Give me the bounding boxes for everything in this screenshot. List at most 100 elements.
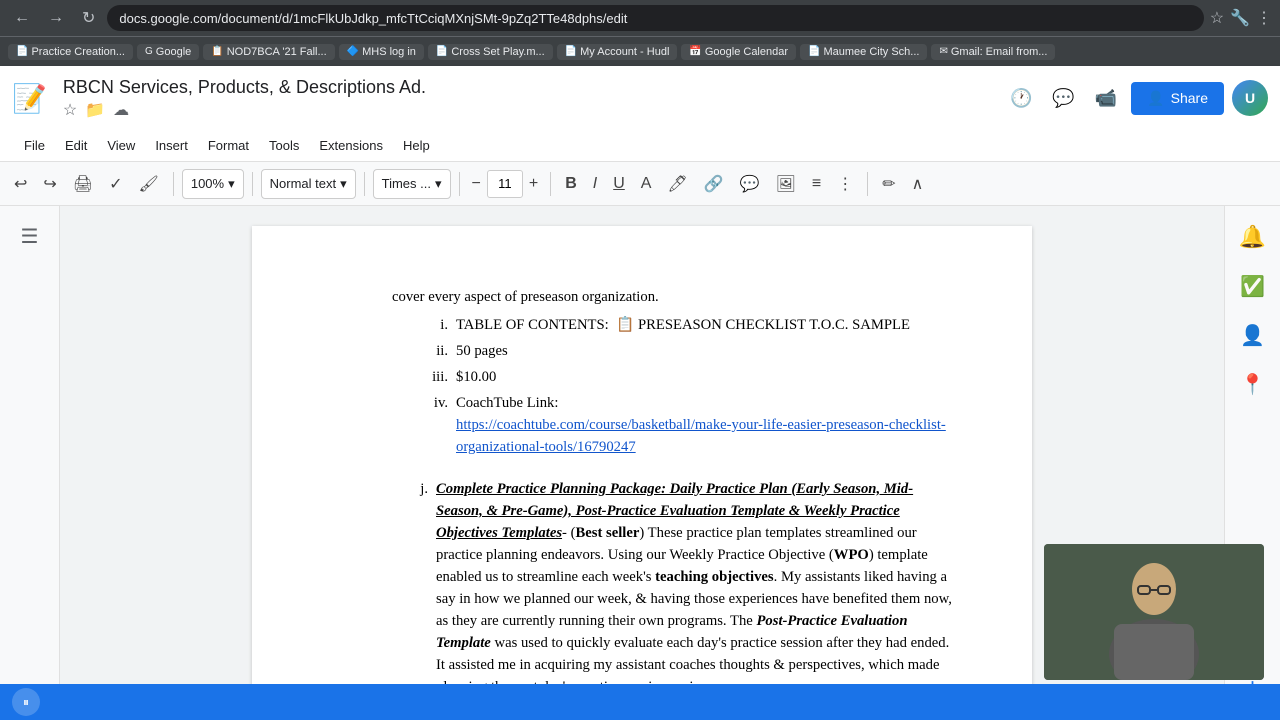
- font-size-increase-button[interactable]: +: [525, 173, 542, 195]
- paint-format-button[interactable]: 🖌: [133, 170, 165, 198]
- bookmark-label-4: Cross Set Play.m...: [451, 46, 544, 58]
- share-button[interactable]: 👤 Share: [1131, 82, 1224, 115]
- history-icon[interactable]: 🕐: [1004, 82, 1038, 115]
- best-seller-label: Best seller: [575, 525, 639, 541]
- menu-file[interactable]: File: [16, 134, 53, 157]
- menu-format[interactable]: Format: [200, 134, 257, 157]
- undo-button[interactable]: ↩: [8, 170, 33, 198]
- avatar-image: U: [1232, 80, 1268, 116]
- menu-help[interactable]: Help: [395, 134, 438, 157]
- style-chevron-icon: ▾: [340, 176, 347, 192]
- extensions-icon[interactable]: 🔧: [1230, 8, 1250, 28]
- align-button[interactable]: ≡: [806, 171, 827, 197]
- wpo-abbr: WPO: [834, 547, 869, 563]
- pencil-button[interactable]: ✏: [876, 170, 901, 198]
- browser-chrome: ← → ↻ docs.google.com/document/d/1mcFlkU…: [0, 0, 1280, 36]
- marker-ii: ii.: [412, 340, 448, 362]
- menu-edit[interactable]: Edit: [57, 134, 95, 157]
- check-circle-icon[interactable]: ✅: [1234, 268, 1271, 305]
- font-value: Times ...: [382, 176, 431, 191]
- bookmark-nod7bca[interactable]: 📋 NOD7BCA '21 Fall...: [203, 44, 334, 60]
- more-icon[interactable]: ⋮: [1256, 8, 1272, 28]
- docs-title-area: RBCN Services, Products, & Descriptions …: [63, 77, 992, 120]
- reload-button[interactable]: ↻: [76, 6, 101, 30]
- share-icon: 👤: [1147, 90, 1164, 107]
- bookmark-hudl[interactable]: 📄 My Account - Hudl: [557, 44, 678, 60]
- more-button[interactable]: ⋮: [831, 170, 859, 198]
- bold-button[interactable]: B: [559, 171, 583, 197]
- pause-button[interactable]: ⏸: [12, 688, 40, 716]
- redo-button[interactable]: ↪: [37, 170, 62, 198]
- doc-content: cover every aspect of preseason organiza…: [332, 286, 952, 720]
- bookmark-mhs[interactable]: 🔷 MHS log in: [339, 44, 424, 60]
- bookmark-crossset[interactable]: 📄 Cross Set Play.m...: [428, 44, 553, 60]
- sidebar-left: ☰: [0, 206, 60, 720]
- outline-icon[interactable]: ☰: [15, 218, 45, 255]
- section-j: j. Complete Practice Planning Package: D…: [392, 478, 952, 698]
- menu-insert[interactable]: Insert: [147, 134, 196, 157]
- share-label: Share: [1171, 90, 1208, 106]
- meet-icon[interactable]: 📹: [1089, 82, 1123, 115]
- notification-icon[interactable]: 🔔: [1233, 218, 1272, 256]
- collapse-button[interactable]: ∧: [906, 170, 930, 198]
- menu-tools[interactable]: Tools: [261, 134, 307, 157]
- highlight-button[interactable]: 🖊: [661, 170, 693, 198]
- bookmark-icon-8: ✉: [939, 46, 947, 57]
- docs-title-icons: ☆ 📁 ☁: [63, 100, 992, 120]
- font-size-input[interactable]: [487, 170, 523, 198]
- person-icon[interactable]: 👤: [1234, 317, 1271, 354]
- separator-4: [459, 172, 460, 196]
- menu-view[interactable]: View: [99, 134, 143, 157]
- bookmark-label-7: Maumee City Sch...: [823, 46, 919, 58]
- spacer: [332, 462, 952, 478]
- post-practice-eval: Post-Practice Evaluation Template: [436, 613, 907, 651]
- item-iv-text: CoachTube Link: https://coachtube.com/co…: [456, 392, 952, 458]
- zoom-dropdown[interactable]: 100% ▾: [182, 169, 244, 199]
- italic-button[interactable]: I: [587, 171, 603, 197]
- cloud-icon[interactable]: ☁: [113, 100, 129, 120]
- image-button[interactable]: 🖼: [770, 170, 802, 198]
- back-button[interactable]: ←: [8, 7, 36, 29]
- avatar[interactable]: U: [1232, 80, 1268, 116]
- style-dropdown[interactable]: Normal text ▾: [261, 169, 356, 199]
- item-i-text: TABLE OF CONTENTS: 📋 PRESEASON CHECKLIST…: [456, 314, 952, 336]
- text-color-button[interactable]: A: [635, 171, 658, 197]
- address-bar[interactable]: docs.google.com/document/d/1mcFlkUbJdkp_…: [107, 5, 1203, 31]
- bookmark-icon-0: 📄: [16, 46, 28, 57]
- bookmark-calendar[interactable]: 📅 Google Calendar: [681, 44, 796, 60]
- spellcheck-button[interactable]: ✓: [103, 170, 128, 198]
- font-size-control: − +: [468, 170, 543, 198]
- folder-icon[interactable]: 📁: [85, 100, 105, 120]
- bookmark-google[interactable]: G Google: [137, 44, 199, 60]
- map-pin-icon[interactable]: 📍: [1234, 366, 1271, 403]
- underline-button[interactable]: U: [607, 171, 631, 197]
- bookmark-maumee[interactable]: 📄 Maumee City Sch...: [800, 44, 927, 60]
- docs-logo-icon: 📝: [12, 82, 47, 115]
- comments-icon[interactable]: 💬: [1046, 82, 1080, 115]
- separator-5: [550, 172, 551, 196]
- coachtube-link[interactable]: https://coachtube.com/course/basketball/…: [456, 417, 946, 455]
- section-j-text: Complete Practice Planning Package: Dail…: [436, 478, 952, 698]
- font-dropdown[interactable]: Times ... ▾: [373, 169, 451, 199]
- marker-i: i.: [412, 314, 448, 336]
- bookmark-gmail[interactable]: ✉ Gmail: Email from...: [931, 44, 1055, 60]
- bookmark-icon-1: G: [145, 46, 153, 57]
- comment-button[interactable]: 💬: [734, 170, 766, 198]
- font-size-decrease-button[interactable]: −: [468, 173, 485, 195]
- docs-title[interactable]: RBCN Services, Products, & Descriptions …: [63, 77, 992, 98]
- menu-extensions[interactable]: Extensions: [311, 134, 391, 157]
- print-button[interactable]: 🖨: [67, 170, 99, 198]
- link-button[interactable]: 🔗: [698, 170, 730, 198]
- bookmark-icon-7: 📄: [808, 46, 820, 57]
- item-iii-text: $10.00: [456, 366, 952, 388]
- bookmark-icon-6: 📅: [689, 46, 701, 57]
- bookmark-practice-creation[interactable]: 📄 Practice Creation...: [8, 44, 133, 60]
- bookmark-star-icon[interactable]: ☆: [1210, 8, 1224, 28]
- bottom-bar: ⏸: [0, 684, 1280, 720]
- list-item: i. TABLE OF CONTENTS: 📋 PRESEASON CHECKL…: [412, 314, 952, 336]
- forward-button[interactable]: →: [42, 7, 70, 29]
- star-icon[interactable]: ☆: [63, 100, 77, 120]
- bookmark-icon-4: 📄: [436, 46, 448, 57]
- zoom-value: 100%: [191, 176, 224, 191]
- marker-j: j.: [392, 478, 428, 698]
